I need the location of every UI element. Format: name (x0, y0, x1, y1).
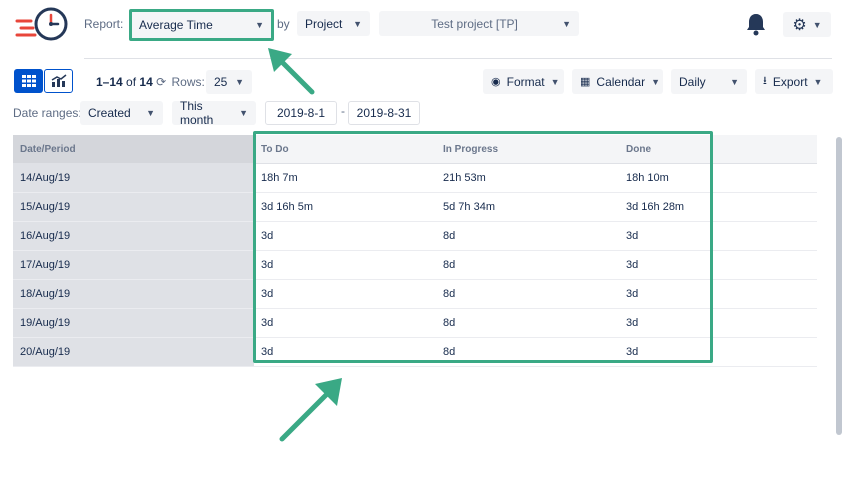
chevron-down-icon: ▼ (353, 18, 362, 29)
table-cell: 19/Aug/19 (13, 308, 254, 338)
table-cell: 20/Aug/19 (13, 337, 254, 367)
date-preset-select[interactable]: This month ▼ (172, 99, 256, 127)
eye-icon: ◉ (491, 76, 501, 88)
date-field-value: Created (88, 106, 131, 120)
settings-button[interactable]: ⚙ ▼ (783, 12, 831, 37)
rows-label: Rows: (171, 75, 205, 89)
calendar-button[interactable]: ▦ Calendar ▼ (572, 69, 663, 94)
chart-view-icon (51, 74, 66, 87)
grid-view-icon (21, 75, 36, 87)
arrow-annotation-icon (279, 378, 342, 442)
refresh-icon[interactable]: ⟳ (156, 75, 166, 89)
arrow-annotation-icon (268, 48, 315, 95)
download-icon: ⭳ (763, 75, 767, 87)
chevron-down-icon: ▼ (239, 108, 248, 118)
calendar-icon: ▦ (580, 76, 591, 88)
by-label: by (277, 17, 290, 31)
app-logo-icon (15, 5, 71, 45)
of-label: of (126, 75, 137, 89)
chevron-down-icon: ▼ (550, 76, 560, 87)
group-by-select[interactable]: Project ▼ (297, 11, 370, 36)
vertical-scrollbar[interactable] (836, 137, 842, 435)
pagination-info: 1–14 of 14 ⟳ Rows: (96, 75, 205, 89)
project-select-value: Test project [TP] (431, 16, 518, 31)
chart-view-button[interactable] (44, 69, 73, 93)
export-button[interactable]: ⭳ Export ▼ (755, 69, 833, 94)
table-cell: 14/Aug/19 (13, 163, 254, 193)
date-ranges-label: Date ranges: (13, 106, 82, 120)
bell-icon[interactable] (745, 12, 767, 36)
date-preset-value: This month (180, 99, 214, 127)
chevron-down-icon: ▼ (812, 19, 822, 30)
chevron-down-icon: ▼ (562, 18, 571, 29)
rows-per-page-value: 25 (214, 75, 228, 89)
calendar-label: Calendar (596, 74, 646, 89)
table-cell: 17/Aug/19 (13, 250, 254, 280)
page-total: 14 (139, 75, 153, 89)
table-cell: 18/Aug/19 (13, 279, 254, 309)
format-label: Format (506, 74, 545, 89)
chevron-down-icon: ▼ (651, 76, 661, 87)
chevron-down-icon: ▼ (730, 76, 739, 87)
page-range: 1–14 (96, 75, 123, 89)
period-select[interactable]: Daily ▼ (671, 69, 747, 94)
table-cell: 15/Aug/19 (13, 192, 254, 222)
project-select[interactable]: Test project [TP] ▼ (379, 11, 579, 36)
report-highlight-box (129, 9, 274, 41)
chevron-down-icon: ▼ (813, 76, 823, 87)
format-button[interactable]: ◉ Format ▼ (483, 69, 564, 94)
group-by-value: Project (305, 16, 343, 31)
export-label: Export (772, 74, 808, 89)
chevron-down-icon: ▼ (146, 108, 155, 118)
start-date-input[interactable]: 2019-8-1 (265, 101, 337, 125)
table-cell: 16/Aug/19 (13, 221, 254, 251)
header-divider (84, 58, 832, 59)
chevron-down-icon: ▼ (235, 77, 244, 87)
column-header[interactable]: Date/Period (13, 135, 254, 164)
report-label: Report: (84, 17, 124, 31)
rows-per-page-select[interactable]: 25 ▼ (206, 70, 252, 94)
grid-view-button[interactable] (14, 69, 43, 93)
end-date-input[interactable]: 2019-8-31 (348, 101, 420, 125)
data-highlight-box (253, 131, 713, 363)
date-field-select[interactable]: Created ▼ (80, 101, 163, 125)
gear-icon: ⚙ (792, 16, 807, 34)
period-value: Daily (679, 74, 706, 89)
date-separator: - (341, 104, 345, 118)
